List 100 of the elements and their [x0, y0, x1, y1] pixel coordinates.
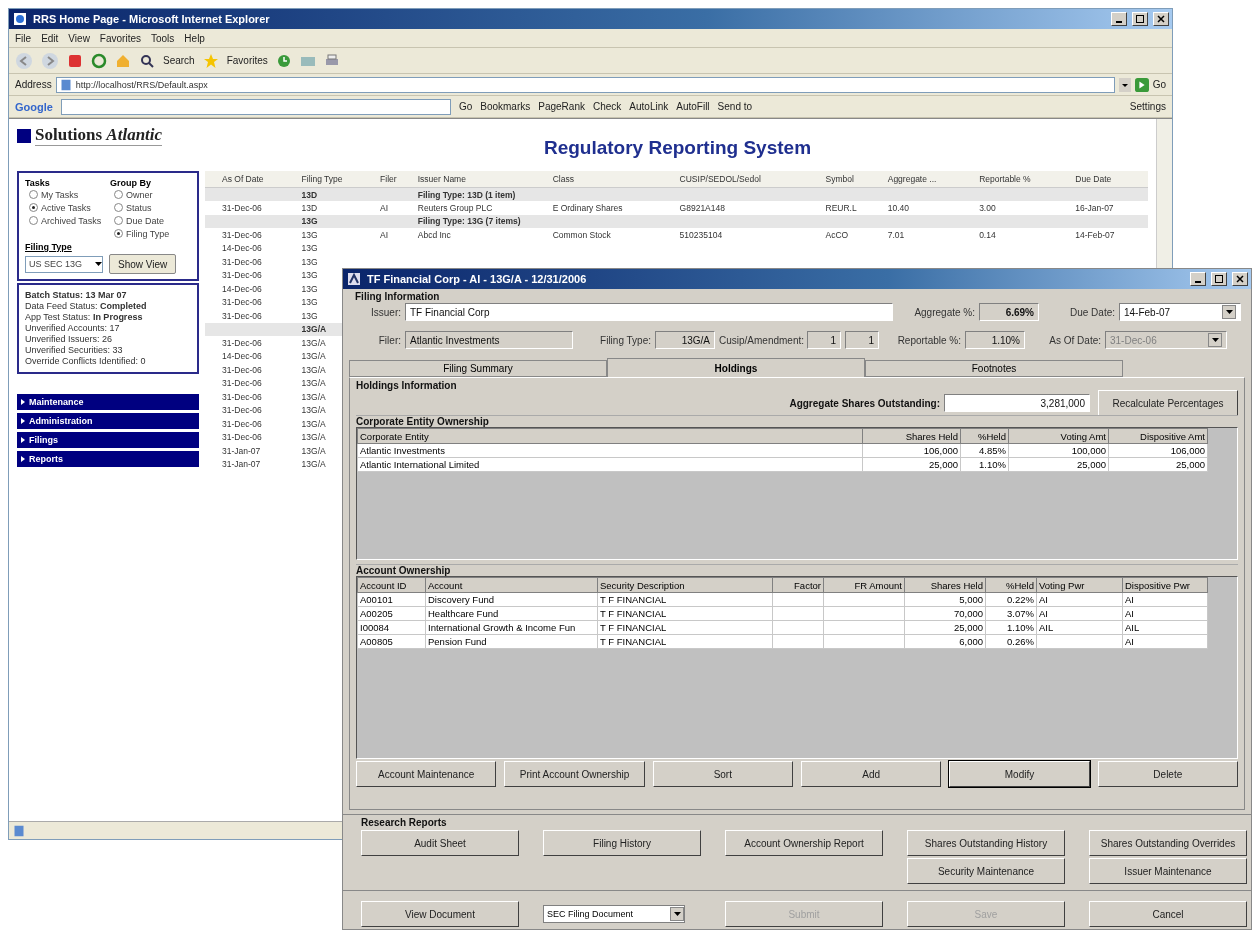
radio-button[interactable]	[29, 203, 38, 212]
due-date-select[interactable]: 14-Feb-07	[1119, 303, 1241, 321]
caret-icon	[21, 418, 25, 424]
tab[interactable]: Filing Summary	[349, 360, 607, 377]
history-icon	[275, 52, 292, 69]
column-header[interactable]: Aggregate ...	[884, 171, 977, 188]
report-button[interactable]: Issuer Maintenance	[1089, 858, 1247, 884]
address-field[interactable]: http://localhost/RRS/Default.aspx	[55, 76, 1115, 93]
nav-item[interactable]: Maintenance	[17, 394, 199, 410]
column-header[interactable]: Account	[425, 577, 598, 593]
radio-option[interactable]: Active Tasks	[25, 201, 106, 214]
column-header[interactable]: Voting Amt	[1008, 428, 1109, 444]
favorites-label[interactable]: Favorites	[226, 55, 268, 66]
footer-button[interactable]: Cancel	[1089, 901, 1247, 927]
radio-option[interactable]: Status	[110, 201, 191, 214]
toolbar-item[interactable]: Send to	[717, 101, 753, 112]
action-button[interactable]: Print Account Ownership	[504, 761, 645, 787]
column-header[interactable]: Account ID	[357, 577, 426, 593]
toolbar-item[interactable]: Check	[592, 101, 622, 112]
google-search-field[interactable]	[60, 98, 451, 115]
radio-option[interactable]: Owner	[110, 188, 191, 201]
radio-option[interactable]: My Tasks	[25, 188, 106, 201]
column-header[interactable]: Dispositive Amt	[1108, 428, 1208, 444]
column-header[interactable]: %Held	[960, 428, 1009, 444]
menu-item[interactable]: View	[68, 32, 90, 44]
column-header[interactable]: Reportable %	[976, 171, 1073, 188]
close-button[interactable]	[1232, 272, 1248, 286]
column-header[interactable]: Security Description	[597, 577, 773, 593]
column-header[interactable]: Filer	[377, 171, 415, 188]
minimize-button[interactable]	[1111, 12, 1127, 26]
column-header[interactable]: Class	[549, 171, 677, 188]
column-header[interactable]: Symbol	[822, 171, 885, 188]
menu-item[interactable]: Tools	[151, 32, 175, 44]
nav-item[interactable]: Reports	[17, 451, 199, 467]
search-label[interactable]: Search	[163, 55, 195, 66]
menu-item[interactable]: File	[15, 32, 32, 44]
column-header[interactable]: As Of Date	[219, 171, 299, 188]
minimize-button[interactable]	[1190, 272, 1206, 286]
radio-option[interactable]: Archived Tasks	[25, 214, 106, 227]
column-header[interactable]: Voting Pwr	[1036, 577, 1123, 593]
show-view-button[interactable]: Show View	[109, 254, 177, 274]
column-header[interactable]: CUSIP/SEDOL/Sedol	[676, 171, 823, 188]
tab[interactable]: Holdings	[607, 358, 865, 377]
maximize-button[interactable]	[1211, 272, 1227, 286]
report-button[interactable]: Shares Outstanding Overrides	[1089, 830, 1247, 856]
close-icon	[1236, 275, 1244, 283]
go-label[interactable]: Go	[458, 101, 473, 112]
close-button[interactable]	[1153, 12, 1169, 26]
action-button[interactable]: Account Maintenance	[356, 761, 497, 787]
table-cell: Reuters Group PLC	[414, 201, 550, 215]
field-label: Filer:	[377, 334, 401, 346]
report-button[interactable]: Security Maintenance	[907, 858, 1065, 884]
document-type-select[interactable]: SEC Filing Document	[543, 905, 685, 923]
toolbar-item[interactable]: AutoLink	[629, 101, 669, 112]
menu-item[interactable]: Edit	[41, 32, 59, 44]
status-line: App Test Status: In Progress	[25, 312, 144, 323]
column-header[interactable]: Filing Type	[298, 171, 378, 188]
maximize-icon	[1136, 15, 1144, 23]
action-button[interactable]: Add	[801, 761, 942, 787]
recalculate-button[interactable]: Recalculate Percentages	[1098, 390, 1238, 416]
issuer-field[interactable]: TF Financial Corp	[405, 303, 893, 321]
column-header[interactable]: %Held	[985, 577, 1037, 593]
radio-button[interactable]	[29, 190, 38, 199]
column-header[interactable]: FR Amount	[823, 577, 905, 593]
maximize-button[interactable]	[1132, 12, 1148, 26]
radio-button[interactable]	[114, 203, 123, 212]
column-header[interactable]: Dispositive Pwr	[1122, 577, 1208, 593]
column-header[interactable]: Shares Held	[862, 428, 961, 444]
column-header[interactable]: Shares Held	[904, 577, 986, 593]
toolbar-item[interactable]: Bookmarks	[480, 101, 531, 112]
tab[interactable]: Footnotes	[865, 360, 1123, 377]
action-button[interactable]: Sort	[652, 761, 793, 787]
settings-label[interactable]: Settings	[1129, 101, 1166, 112]
shares-outstanding-field[interactable]: 3,281,000	[944, 394, 1090, 412]
field-label: Cusip/Amendment:	[719, 334, 803, 346]
radio-option[interactable]: Filing Type	[110, 227, 191, 240]
report-button[interactable]: Audit Sheet	[361, 830, 519, 856]
filing-type-select[interactable]: US SEC 13G	[25, 255, 103, 273]
report-button[interactable]: Account Ownership Report	[725, 830, 883, 856]
toolbar-item[interactable]: PageRank	[538, 101, 585, 112]
go-label[interactable]: Go	[1152, 79, 1166, 90]
column-header[interactable]: Corporate Entity	[357, 428, 863, 444]
action-button[interactable]: Delete	[1097, 761, 1238, 787]
radio-button[interactable]	[114, 216, 123, 225]
radio-button[interactable]	[114, 229, 123, 238]
radio-option[interactable]: Due Date	[110, 214, 191, 227]
radio-button[interactable]	[29, 216, 38, 225]
report-button[interactable]: Shares Outstanding History	[907, 830, 1065, 856]
column-header[interactable]: Issuer Name	[414, 171, 550, 188]
radio-button[interactable]	[114, 190, 123, 199]
nav-item[interactable]: Filings	[17, 432, 199, 448]
menu-item[interactable]: Help	[184, 32, 205, 44]
column-header[interactable]: Due Date	[1072, 171, 1148, 188]
report-button[interactable]: Filing History	[543, 830, 701, 856]
action-button[interactable]: Modify	[949, 761, 1090, 787]
view-document-button[interactable]: View Document	[361, 901, 519, 927]
toolbar-item[interactable]: AutoFill	[676, 101, 710, 112]
nav-item[interactable]: Administration	[17, 413, 199, 429]
column-header[interactable]: Factor	[772, 577, 824, 593]
menu-item[interactable]: Favorites	[99, 32, 141, 44]
